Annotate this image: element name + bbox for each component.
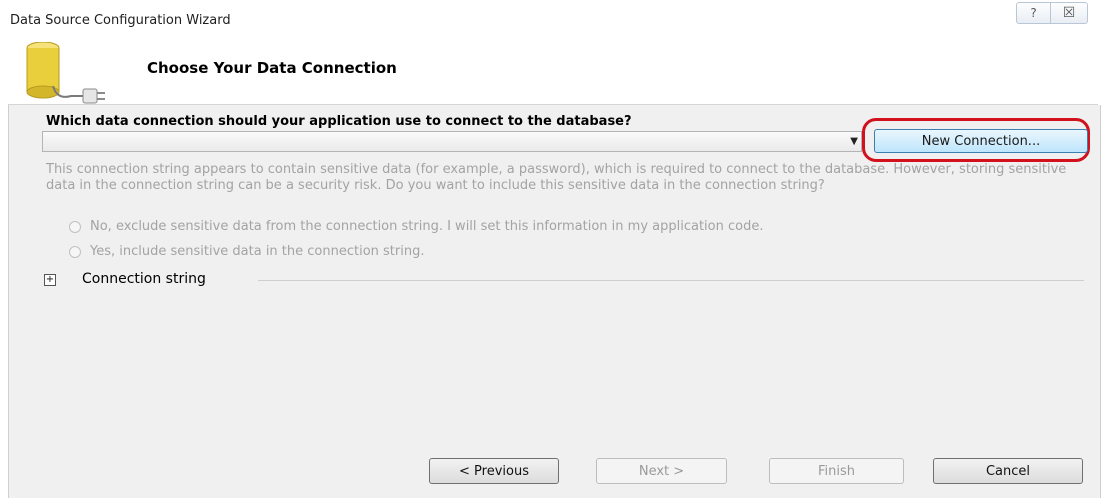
wizard-header: Choose Your Data Connection: [8, 34, 1098, 105]
database-plug-icon: [26, 42, 105, 104]
chevron-down-icon: ▼: [850, 136, 858, 147]
cancel-button[interactable]: Cancel: [933, 458, 1083, 484]
radio-exclude-label: No, exclude sensitive data from the conn…: [90, 219, 764, 234]
sensitive-data-warning: This connection string appears to contai…: [46, 162, 1067, 193]
next-button[interactable]: Next >: [596, 458, 727, 484]
expand-icon[interactable]: +: [44, 274, 56, 286]
radio-include-label: Yes, include sensitive data in the conne…: [90, 244, 425, 259]
wizard-content: Which data connection should your applic…: [8, 105, 1101, 498]
help-icon: ?: [1030, 6, 1037, 20]
radio-include-sensitive[interactable]: Yes, include sensitive data in the conne…: [69, 244, 424, 259]
close-icon: ☒: [1062, 5, 1076, 21]
page-title: Choose Your Data Connection: [147, 59, 397, 77]
new-connection-button[interactable]: New Connection...: [874, 129, 1088, 153]
previous-button[interactable]: < Previous: [429, 458, 559, 484]
connection-question: Which data connection should your applic…: [46, 114, 632, 129]
connection-dropdown[interactable]: ▼: [42, 131, 862, 152]
radio-circle: [69, 220, 81, 233]
connection-string-label: Connection string: [82, 271, 206, 287]
help-button[interactable]: ?: [1016, 2, 1051, 24]
close-button[interactable]: ☒: [1050, 2, 1088, 24]
radio-circle: [69, 245, 81, 258]
finish-button[interactable]: Finish: [769, 458, 904, 484]
radio-exclude-sensitive[interactable]: No, exclude sensitive data from the conn…: [69, 219, 763, 234]
section-divider: [258, 280, 1084, 281]
window-title: Data Source Configuration Wizard: [10, 13, 231, 28]
title-bar: Data Source Configuration Wizard ? ☒: [0, 0, 1105, 34]
